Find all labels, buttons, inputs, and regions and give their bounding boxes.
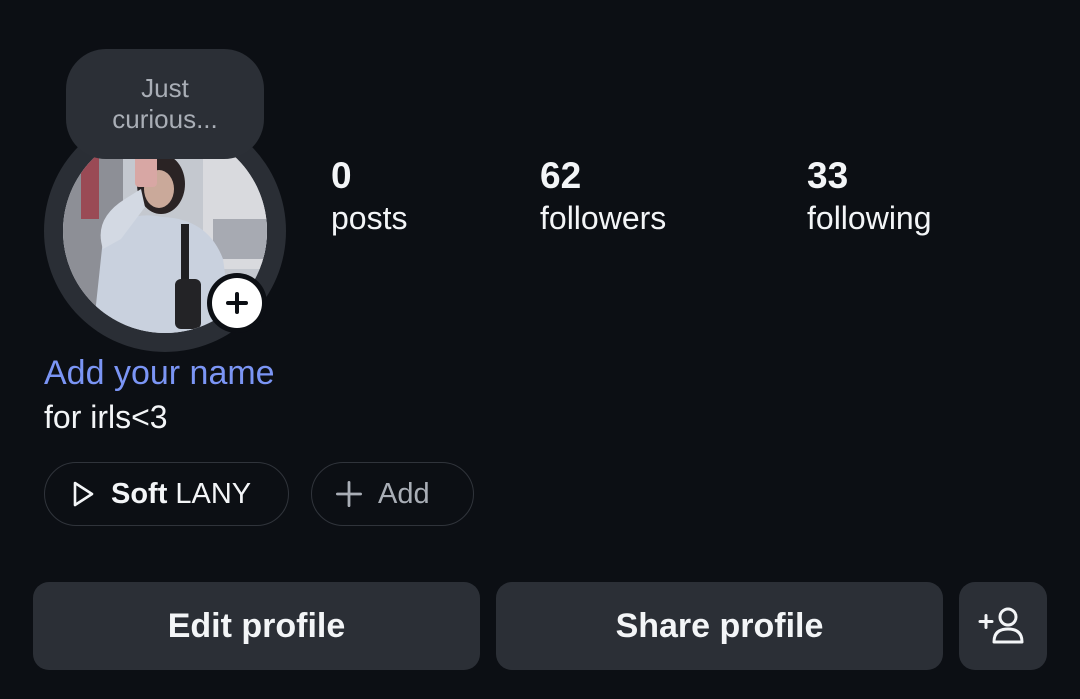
posts-label: posts bbox=[331, 200, 408, 236]
add-story-button[interactable] bbox=[207, 273, 267, 333]
bio-text: for irls<3 bbox=[44, 399, 168, 435]
note-text-line1: Just bbox=[141, 73, 189, 103]
edit-profile-button[interactable]: Edit profile bbox=[33, 582, 480, 670]
following-count: 33 bbox=[807, 155, 849, 196]
add-name-link[interactable]: Add your name bbox=[44, 352, 275, 394]
stat-followers[interactable]: 62 followers bbox=[540, 154, 666, 238]
stat-following[interactable]: 33 following bbox=[807, 154, 932, 238]
followers-count: 62 bbox=[540, 155, 582, 196]
posts-count: 0 bbox=[331, 155, 352, 196]
play-icon bbox=[73, 481, 94, 507]
following-label: following bbox=[807, 200, 932, 236]
stat-posts[interactable]: 0 posts bbox=[331, 154, 407, 238]
song-artist: LANY bbox=[175, 477, 252, 510]
discover-people-button[interactable] bbox=[959, 582, 1047, 670]
add-pill-label: Add bbox=[378, 477, 430, 510]
note-text-line2: curious... bbox=[112, 104, 218, 134]
add-pill[interactable]: Add bbox=[311, 462, 474, 526]
add-person-icon bbox=[978, 607, 1024, 644]
plus-icon bbox=[336, 481, 362, 507]
music-pill[interactable]: Soft LANY bbox=[44, 462, 289, 526]
song-title: Soft bbox=[111, 477, 168, 510]
note-bubble[interactable]: Just curious... bbox=[66, 49, 264, 159]
share-profile-button[interactable]: Share profile bbox=[496, 582, 943, 670]
plus-icon bbox=[226, 292, 248, 314]
followers-label: followers bbox=[540, 200, 667, 236]
